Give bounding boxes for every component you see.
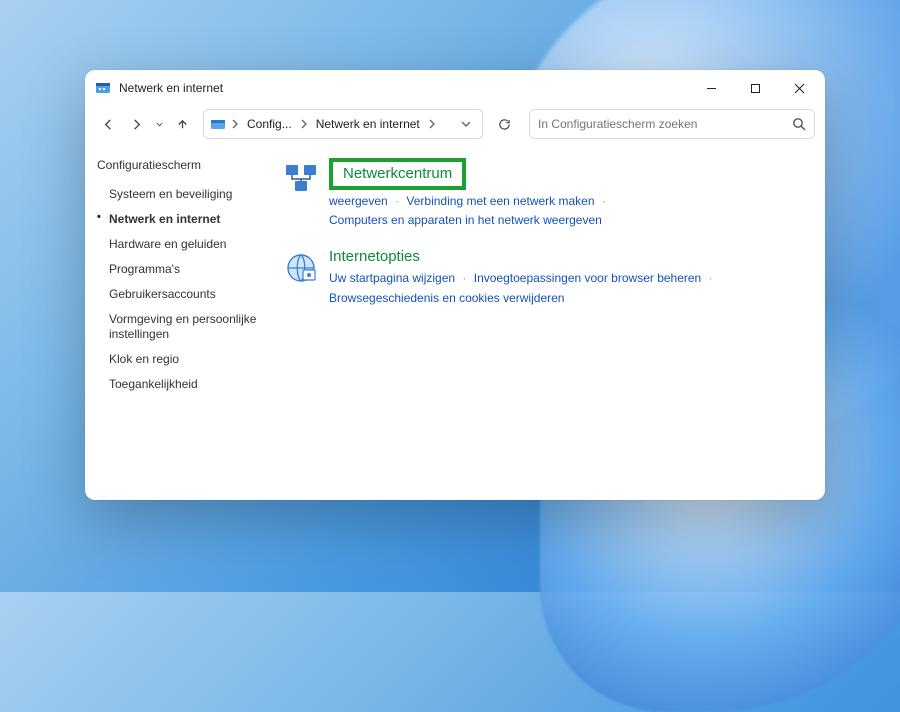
link-delete-history[interactable]: Browsegeschiedenis en cookies verwijdere… (329, 291, 564, 305)
link-change-homepage[interactable]: Uw startpagina wijzigen (329, 271, 455, 285)
category-network-center: Netwerkcentrum weergeven · Verbinding me… (283, 158, 813, 230)
up-button[interactable] (169, 111, 195, 137)
search-box[interactable] (529, 109, 815, 139)
internet-options-icon (283, 250, 319, 286)
annotation-highlight: Netwerkcentrum (329, 158, 466, 190)
link-view-devices[interactable]: Computers en apparaten in het netwerk we… (329, 213, 602, 227)
sidebar-item-system-security[interactable]: Systeem en beveiliging (95, 182, 269, 207)
window-title: Netwerk en internet (119, 81, 223, 95)
network-sharing-icon (283, 160, 319, 196)
address-bar[interactable]: Config... Netwerk en internet (203, 109, 483, 139)
close-button[interactable] (777, 73, 821, 103)
sidebar: Configuratiescherm Systeem en beveiligin… (95, 158, 275, 488)
maximize-button[interactable] (733, 73, 777, 103)
breadcrumb-item[interactable]: Config... (244, 115, 295, 133)
sidebar-item-user-accounts[interactable]: Gebruikersaccounts (95, 282, 269, 307)
address-dropdown[interactable] (456, 119, 476, 129)
sidebar-item-appearance[interactable]: Vormgeving en persoonlijke instellingen (95, 307, 269, 347)
refresh-button[interactable] (489, 109, 519, 139)
control-panel-window: Netwerk en internet Config... Netwerk en… (85, 70, 825, 500)
sidebar-item-hardware-sound[interactable]: Hardware en geluiden (95, 232, 269, 257)
titlebar: Netwerk en internet (85, 70, 825, 106)
sidebar-item-clock-region[interactable]: Klok en regio (95, 347, 269, 372)
sidebar-heading[interactable]: Configuratiescherm (95, 158, 269, 172)
chevron-right-icon[interactable] (299, 119, 309, 129)
chevron-right-icon[interactable] (230, 119, 240, 129)
location-icon (210, 116, 226, 132)
link-connect-network[interactable]: Verbinding met een netwerk maken (406, 194, 594, 208)
minimize-button[interactable] (689, 73, 733, 103)
window-body: Configuratiescherm Systeem en beveiligin… (85, 146, 825, 500)
recent-locations-button[interactable] (151, 111, 167, 137)
sidebar-item-network-internet[interactable]: Netwerk en internet (95, 207, 269, 232)
category-links: weergeven · Verbinding met een netwerk m… (329, 192, 813, 230)
chevron-right-icon[interactable] (427, 119, 437, 129)
main-content: Netwerkcentrum weergeven · Verbinding me… (275, 158, 813, 488)
sidebar-item-ease-of-access[interactable]: Toegankelijkheid (95, 372, 269, 397)
search-icon (792, 117, 806, 131)
search-input[interactable] (538, 117, 792, 131)
category-title[interactable]: Internetopties (329, 248, 813, 265)
category-title[interactable]: Netwerkcentrum (343, 165, 452, 182)
breadcrumb-item[interactable]: Netwerk en internet (313, 115, 423, 133)
link-manage-addons[interactable]: Invoegtoepassingen voor browser beheren (474, 271, 701, 285)
link-view-network-status[interactable]: weergeven (329, 194, 388, 208)
category-links: Uw startpagina wijzigen · Invoegtoepassi… (329, 269, 813, 307)
category-internet-options: Internetopties Uw startpagina wijzigen ·… (283, 248, 813, 307)
toolbar: Config... Netwerk en internet (85, 106, 825, 146)
control-panel-icon (95, 80, 111, 96)
sidebar-item-programs[interactable]: Programma's (95, 257, 269, 282)
forward-button[interactable] (123, 111, 149, 137)
back-button[interactable] (95, 111, 121, 137)
